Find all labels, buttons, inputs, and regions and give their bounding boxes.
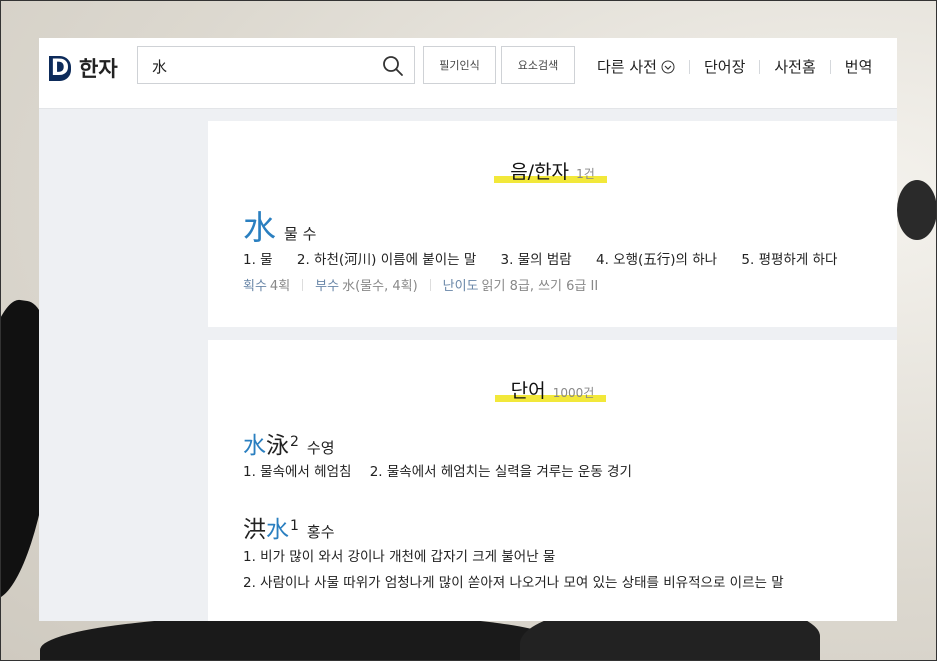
logo-d-icon: D [49, 55, 71, 81]
word-char: 洪 [243, 517, 266, 543]
nav-divider [688, 59, 690, 74]
definition-item: 1. 물속에서 헤엄침 [243, 464, 352, 480]
search-icon[interactable] [382, 55, 404, 77]
level-label: 난이도 [442, 279, 479, 294]
word-reading: 수영 [306, 439, 335, 457]
logo[interactable]: D 한자 [49, 53, 118, 83]
header: D 한자 필기인식 요소검색 다른 사전 단어장 사전홈 [39, 38, 897, 109]
section-title: 음/한자 1건 [208, 157, 897, 184]
search-input[interactable] [152, 55, 372, 77]
radical-value: 水(물수, 4획) [342, 279, 418, 294]
top-nav: 다른 사전 단어장 사전홈 번역 [597, 56, 872, 77]
ink-stroke [40, 615, 560, 661]
nav-dictionary-home[interactable]: 사전홈 [774, 56, 815, 77]
nav-divider [759, 59, 761, 74]
word-entry-link[interactable]: 水 泳 2 수영 [243, 426, 335, 460]
definition-item: 1. 비가 많이 와서 강이나 개천에 갑자기 크게 불어난 물 [243, 549, 556, 565]
section-title-text: 단어 [510, 380, 546, 402]
ink-stroke [897, 180, 937, 240]
meta-divider [302, 278, 304, 291]
strokes-value: 4획 [269, 279, 291, 294]
nav-translate[interactable]: 번역 [845, 56, 873, 77]
nav-other-dictionaries[interactable]: 다른 사전 [597, 56, 675, 77]
word-result-card: 단어 1000건 水 泳 2 수영 1. 물속에서 헤엄침 2. 물속에서 헤엄… [208, 340, 897, 621]
meta-divider [429, 278, 431, 291]
logo-text: 한자 [79, 57, 118, 81]
nav-divider [829, 59, 831, 74]
meaning-item: 3. 물의 범람 [500, 252, 572, 268]
radical-label: 부수 [315, 279, 340, 294]
result-count: 1건 [576, 167, 595, 181]
hanja-meta: 획수 4획 부수 水(물수, 4획) 난이도 읽기 8급, 쓰기 6급 II [243, 275, 598, 294]
result-count: 1000건 [552, 386, 595, 400]
meaning-item: 1. 물 [243, 252, 273, 268]
definition-item: 2. 물속에서 헤엄치는 실력을 겨루는 운동 경기 [369, 464, 632, 480]
word-char: 水 [266, 517, 289, 543]
word-definition: 1. 비가 많이 와서 강이나 개천에 갑자기 크게 불어난 물 [243, 545, 569, 565]
word-char: 泳 [266, 433, 289, 459]
word-entry-link[interactable]: 洪 水 1 홍수 [243, 510, 335, 544]
section-title: 단어 1000건 [208, 376, 897, 403]
homonym-number: 1 [290, 518, 299, 534]
level-value: 읽기 8급, 쓰기 6급 II [481, 279, 599, 294]
word-reading: 홍수 [306, 523, 335, 541]
hanja-reading: 물 수 [284, 225, 317, 243]
search-box [137, 46, 415, 84]
hanja-character-link[interactable]: 水 [243, 201, 276, 249]
handwriting-button[interactable]: 필기인식 [423, 46, 496, 84]
meaning-item: 2. 하천(河川) 이름에 붙이는 말 [296, 252, 477, 268]
word-definition: 2. 사람이나 사물 따위가 엄청나게 많이 쏟아져 나오거나 모여 있는 상태… [243, 571, 798, 591]
component-search-button[interactable]: 요소검색 [501, 46, 575, 84]
dictionary-app: D 한자 필기인식 요소검색 다른 사전 단어장 사전홈 [39, 38, 897, 621]
chevron-down-icon [661, 60, 675, 73]
meaning-item: 5. 평평하게 하다 [741, 252, 838, 268]
section-title-text: 음/한자 [510, 161, 570, 183]
hanja-entry: 水 물 수 [243, 201, 316, 249]
strokes-label: 획수 [243, 279, 267, 294]
definition-item: 2. 사람이나 사물 따위가 엄청나게 많이 쏟아져 나오거나 모여 있는 상태… [243, 575, 784, 591]
homonym-number: 2 [290, 434, 299, 450]
nav-label: 다른 사전 [597, 58, 657, 76]
meaning-item: 4. 오행(五行)의 하나 [596, 252, 718, 268]
hanja-meanings: 1. 물 2. 하천(河川) 이름에 붙이는 말 3. 물의 범람 4. 오행(… [243, 248, 857, 268]
hanja-result-card: 음/한자 1건 水 물 수 1. 물 2. 하천(河川) 이름에 붙이는 말 3… [208, 121, 897, 327]
word-char: 水 [243, 433, 266, 459]
word-definition: 1. 물속에서 헤엄침 2. 물속에서 헤엄치는 실력을 겨루는 운동 경기 [243, 460, 646, 480]
nav-wordbook[interactable]: 단어장 [704, 56, 745, 77]
